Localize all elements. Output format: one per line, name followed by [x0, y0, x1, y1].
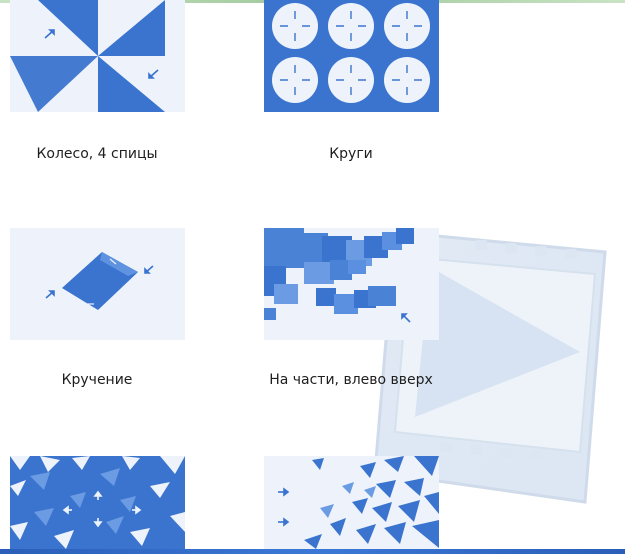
shatter-up-left-transition-icon: [264, 228, 439, 340]
transition-thumb-shatter-right[interactable]: [264, 456, 439, 549]
pinwheel-transition-icon: [10, 0, 185, 112]
transition-thumb-twist[interactable]: [10, 228, 185, 340]
transition-thumb-circles[interactable]: [264, 0, 439, 112]
transition-label: Круги: [329, 146, 373, 162]
transition-thumb-pinwheel[interactable]: [10, 0, 185, 112]
twist-transition-icon: [10, 228, 185, 340]
shatter-right-transition-icon: [264, 456, 439, 549]
transition-thumb-shatter-in[interactable]: [10, 456, 185, 549]
transition-thumb-shatter-up-left[interactable]: [264, 228, 439, 340]
transition-label: На части, влево вверх: [269, 372, 433, 388]
bottom-status-bar: [0, 549, 625, 554]
shatter-in-transition-icon: [10, 456, 185, 549]
transition-label: Колесо, 4 спицы: [36, 146, 158, 162]
transition-label: Кручение: [61, 372, 133, 388]
circles-transition-icon: [264, 0, 439, 112]
